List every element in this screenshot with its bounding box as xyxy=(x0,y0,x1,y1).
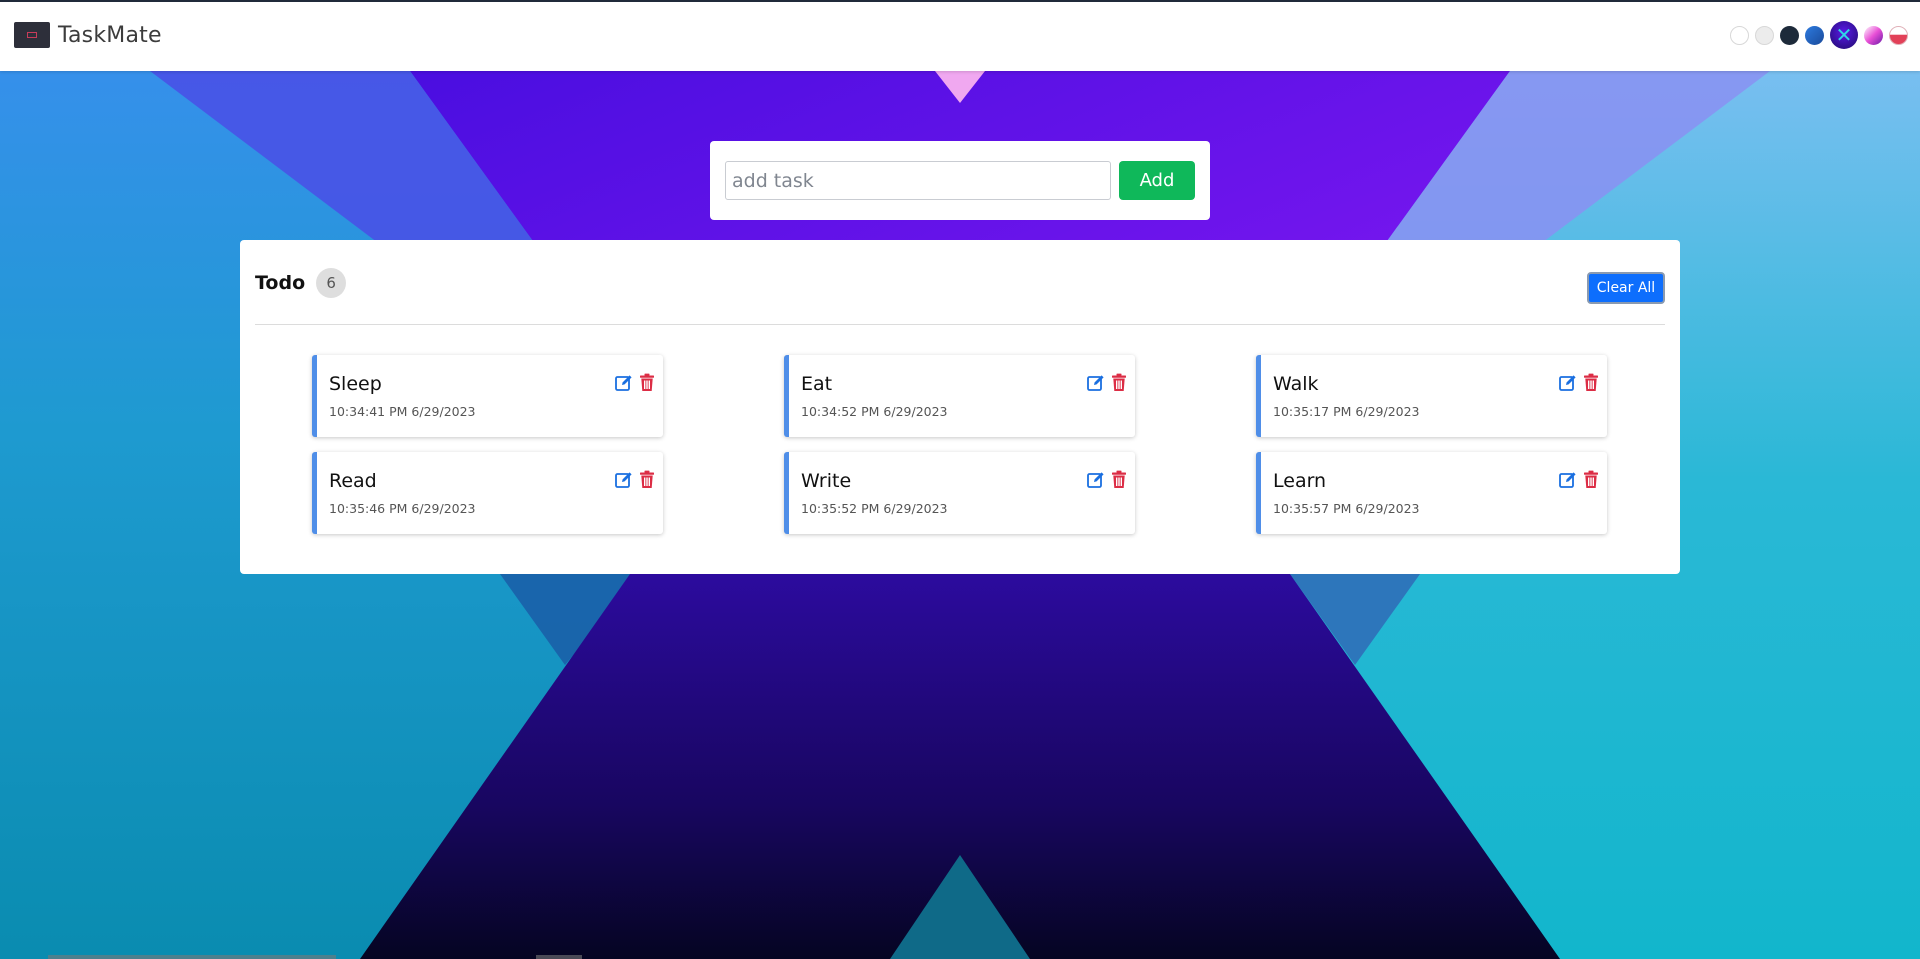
task-card: Sleep 10:34:41 PM 6/29/2023 xyxy=(312,355,663,437)
edit-icon[interactable] xyxy=(1559,374,1577,392)
brand[interactable]: TaskMate xyxy=(14,22,162,48)
task-timestamp: 10:35:57 PM 6/29/2023 xyxy=(1273,501,1420,516)
trash-icon[interactable] xyxy=(639,470,655,489)
task-title: Sleep xyxy=(329,373,382,395)
task-timestamp: 10:35:52 PM 6/29/2023 xyxy=(801,501,948,516)
todo-title: Todo xyxy=(255,272,306,294)
theme-switcher: ✕ xyxy=(1724,21,1908,49)
todo-count-badge: 6 xyxy=(316,268,347,298)
add-button[interactable]: Add xyxy=(1119,161,1195,200)
trash-icon[interactable] xyxy=(639,373,655,392)
todo-panel: Todo 6 Clear All Sleep 10:34:41 PM 6/29/… xyxy=(240,240,1680,574)
task-timestamp: 10:35:46 PM 6/29/2023 xyxy=(329,501,476,516)
theme-x-swatch[interactable]: ✕ xyxy=(1830,21,1858,49)
task-timestamp: 10:34:52 PM 6/29/2023 xyxy=(801,404,948,419)
edit-icon[interactable] xyxy=(1087,471,1105,489)
trash-icon[interactable] xyxy=(1583,373,1599,392)
theme-red-swatch[interactable] xyxy=(1889,25,1908,45)
task-title: Read xyxy=(329,470,377,492)
theme-pink-swatch[interactable] xyxy=(1864,25,1883,45)
trash-icon[interactable] xyxy=(1111,470,1127,489)
task-title: Walk xyxy=(1273,373,1319,395)
theme-light-swatch[interactable] xyxy=(1730,25,1749,45)
add-task-form: Add xyxy=(710,141,1210,220)
edit-icon[interactable] xyxy=(1559,471,1577,489)
task-card: Read 10:35:46 PM 6/29/2023 xyxy=(312,452,663,534)
task-input[interactable] xyxy=(725,161,1111,200)
horizontal-scrollbar-thumb[interactable] xyxy=(48,955,336,959)
trash-icon[interactable] xyxy=(1111,373,1127,392)
trash-icon[interactable] xyxy=(1583,470,1599,489)
theme-grey-swatch[interactable] xyxy=(1755,25,1774,45)
app-logo-icon xyxy=(14,22,50,48)
top-navbar: TaskMate ✕ xyxy=(0,0,1920,71)
edit-icon[interactable] xyxy=(615,374,633,392)
task-card: Walk 10:35:17 PM 6/29/2023 xyxy=(1256,355,1607,437)
scrollbar-track-marker xyxy=(536,955,582,959)
theme-dark-swatch[interactable] xyxy=(1780,25,1799,45)
task-timestamp: 10:35:17 PM 6/29/2023 xyxy=(1273,404,1420,419)
app-title: TaskMate xyxy=(58,22,162,48)
task-card: Eat 10:34:52 PM 6/29/2023 xyxy=(784,355,1135,437)
theme-blue-swatch[interactable] xyxy=(1805,25,1824,45)
task-title: Write xyxy=(801,470,852,492)
edit-icon[interactable] xyxy=(1087,374,1105,392)
task-timestamp: 10:34:41 PM 6/29/2023 xyxy=(329,404,476,419)
clear-all-button[interactable]: Clear All xyxy=(1587,272,1665,304)
task-title: Eat xyxy=(801,373,833,395)
divider xyxy=(255,324,1665,325)
task-card: Learn 10:35:57 PM 6/29/2023 xyxy=(1256,452,1607,534)
todo-header: Todo 6 xyxy=(255,268,347,298)
edit-icon[interactable] xyxy=(615,471,633,489)
task-card: Write 10:35:52 PM 6/29/2023 xyxy=(784,452,1135,534)
task-title: Learn xyxy=(1273,470,1327,492)
